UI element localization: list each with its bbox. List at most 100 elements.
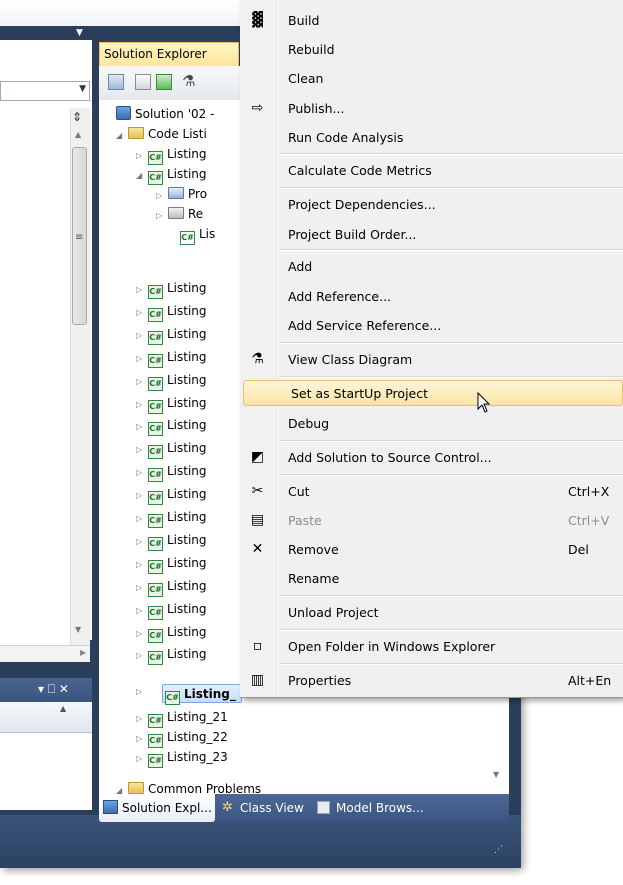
collapsed-arrow-icon[interactable]: ▷ <box>136 532 148 551</box>
tree-project-node[interactable]: ▷ C# Listing <box>136 531 207 551</box>
collapsed-arrow-icon[interactable]: ▷ <box>156 186 168 205</box>
show-all-files-icon[interactable] <box>135 74 151 90</box>
collapsed-arrow-icon[interactable]: ▷ <box>136 303 148 322</box>
collapsed-arrow-icon[interactable]: ▷ <box>136 601 148 620</box>
scroll-down-icon[interactable]: ▼ <box>75 625 81 634</box>
collapsed-arrow-icon[interactable]: ▷ <box>136 709 148 728</box>
tree-solution-node[interactable]: Solution '02 - <box>116 105 214 124</box>
tree-project-node[interactable]: ▷ C# Listing <box>136 416 207 437</box>
menu-item-debug[interactable]: Debug <box>241 411 623 437</box>
tree-references-node[interactable]: ▷ Re <box>156 205 203 224</box>
tree-project-node[interactable]: ▷ C# Listing <box>136 623 207 643</box>
tree-project-node[interactable]: ▷ C# Listing <box>136 577 207 597</box>
collapsed-arrow-icon[interactable]: ▷ <box>156 206 168 225</box>
tree-project-node[interactable]: ▷ C# Listing <box>136 508 207 528</box>
collapsed-arrow-icon[interactable]: ▷ <box>136 749 148 768</box>
tree-project-node[interactable]: ▷ C# Listing <box>136 302 207 322</box>
menu-item-add[interactable]: Add <box>241 254 623 280</box>
tree-folder-node[interactable]: ◢ Code Listi <box>116 125 207 144</box>
menu-item-rebuild[interactable]: Rebuild <box>241 37 623 63</box>
collapsed-arrow-icon[interactable]: ▷ <box>136 624 148 643</box>
collapsed-arrow-icon[interactable]: ▷ <box>136 463 148 482</box>
scroll-up-icon[interactable]: ▲ <box>75 130 81 139</box>
collapsed-arrow-icon[interactable]: ▷ <box>136 646 148 665</box>
menu-item-properties[interactable]: ▥ Properties Alt+En <box>241 668 623 694</box>
collapsed-arrow-icon[interactable]: ▷ <box>136 509 148 528</box>
tab-class-view[interactable]: Class View <box>240 801 304 815</box>
collapsed-arrow-icon[interactable]: ▷ <box>136 578 148 597</box>
tree-project-node[interactable]: ▷ C# Listing <box>136 145 207 165</box>
menu-item-calculate-code-metrics[interactable]: Calculate Code Metrics <box>241 158 623 184</box>
menu-item-add-service-reference[interactable]: Add Service Reference... <box>241 313 623 339</box>
tree-project-node[interactable]: ▷ C# Listing <box>136 348 207 368</box>
tree-folder-node-partial[interactable]: ◢ Common Problems <box>116 776 476 794</box>
class-diagram-toolbar-icon[interactable]: ⚗ <box>182 72 195 90</box>
split-window-icon[interactable]: ⇕ <box>72 110 82 124</box>
properties-toolbar-icon[interactable] <box>108 74 124 90</box>
collapsed-arrow-icon[interactable]: ▷ <box>136 280 148 299</box>
tree-file-node[interactable]: C# Lis <box>168 225 215 245</box>
refresh-icon[interactable] <box>156 74 172 90</box>
dropdown-arrow-icon[interactable]: ▼ <box>76 28 83 38</box>
menu-item-add-solution-to-source-control[interactable]: ◩ Add Solution to Source Control... <box>241 445 623 471</box>
menu-item-project-build-order[interactable]: Project Build Order... <box>241 222 623 248</box>
pane-splitter[interactable] <box>92 40 99 815</box>
collapsed-arrow-icon[interactable]: ▷ <box>136 555 148 574</box>
scroll-up-icon[interactable]: ▲ <box>60 704 66 713</box>
menu-item-project-dependencies[interactable]: Project Dependencies... <box>241 192 623 218</box>
menu-item-unload-project[interactable]: Unload Project <box>241 600 623 626</box>
menu-item-publish[interactable]: ⇨ Publish... <box>241 96 623 122</box>
menu-item-clean[interactable]: Clean <box>241 66 623 92</box>
tree-project-node[interactable]: ▷ C# Listing <box>136 554 207 574</box>
menu-item-cut[interactable]: ✂ Cut Ctrl+X <box>241 479 623 505</box>
tree-project-node-selected[interactable]: C# Listing_ <box>162 684 242 705</box>
pane-controls[interactable]: ▾ ⎕ ✕ <box>38 682 69 697</box>
menu-item-view-class-diagram[interactable]: ⚗ View Class Diagram <box>241 347 623 373</box>
collapsed-arrow-icon[interactable]: ▷ <box>136 687 142 696</box>
resize-grip-icon[interactable]: ⋰ <box>494 845 504 855</box>
collapsed-arrow-icon[interactable]: ▷ <box>136 417 148 436</box>
tree-project-node[interactable]: ▷ C# Listing <box>136 439 207 460</box>
collapsed-arrow-icon[interactable]: ▷ <box>136 729 148 748</box>
horizontal-scrollbar[interactable]: ▶ <box>0 645 90 663</box>
expanded-arrow-icon[interactable]: ◢ <box>116 126 128 145</box>
collapsed-arrow-icon[interactable]: ▷ <box>136 486 148 505</box>
tree-project-node[interactable]: ▷ C# Listing <box>136 371 207 391</box>
tree-project-node[interactable]: ▷ C# Listing <box>136 279 207 299</box>
tree-project-node[interactable]: ▷ C# Listing <box>136 325 207 345</box>
tab-model-browser[interactable]: Model Brows... <box>336 801 424 815</box>
tree-project-node[interactable]: ▷ C# Listing_22 <box>136 728 228 748</box>
tree-project-node[interactable]: ▷ C# Listing_23 <box>136 748 228 768</box>
menu-item-paste[interactable]: ▤ Paste Ctrl+V <box>241 508 623 534</box>
collapsed-arrow-icon[interactable]: ▷ <box>136 440 148 459</box>
collapsed-arrow-icon[interactable]: ▷ <box>136 372 148 391</box>
scroll-right-icon[interactable]: ▶ <box>80 648 86 657</box>
tree-project-node[interactable]: ◢ C# Listing <box>136 165 207 185</box>
menu-item-set-as-startup-project[interactable]: Set as StartUp Project <box>243 380 623 406</box>
tree-project-node[interactable]: ▷ C# Listing <box>136 600 207 620</box>
menu-item-add-reference[interactable]: Add Reference... <box>241 284 623 310</box>
tree-project-node[interactable]: ▷ C# Listing_21 <box>136 708 228 728</box>
collapsed-arrow-icon[interactable]: ▷ <box>136 395 148 414</box>
menu-item-remove[interactable]: ✕ Remove Del <box>241 537 623 563</box>
expanded-arrow-icon[interactable]: ◢ <box>136 166 148 185</box>
tree-project-node[interactable]: ▷ C# Listing <box>136 645 207 666</box>
editor-area[interactable] <box>0 103 70 663</box>
menu-item-build[interactable]: ▓ Build <box>241 8 623 34</box>
scroll-down-icon[interactable]: ▼ <box>493 770 499 779</box>
tree-project-node[interactable]: ▷ C# Listing <box>136 485 207 506</box>
cs-project-icon: C# <box>148 605 163 620</box>
collapsed-arrow-icon[interactable]: ▷ <box>136 326 148 345</box>
tree-project-node[interactable]: ▷ C# Listing <box>136 394 207 414</box>
tab-solution-explorer[interactable]: Solution Expl... <box>99 794 215 822</box>
menu-item-rename[interactable]: Rename <box>241 566 623 592</box>
menu-item-label: Properties <box>288 673 352 688</box>
menu-item-run-code-analysis[interactable]: Run Code Analysis <box>241 125 623 151</box>
collapsed-arrow-icon[interactable]: ▷ <box>136 349 148 368</box>
member-dropdown[interactable]: ▼ <box>0 81 90 101</box>
tree-properties-node[interactable]: ▷ Pro <box>156 185 207 204</box>
collapsed-arrow-icon[interactable]: ▷ <box>136 146 148 165</box>
tree-project-node[interactable]: ▷ C# Listing <box>136 462 207 483</box>
menu-item-open-folder-in-windows-explorer[interactable]: ▫ Open Folder in Windows Explorer <box>241 634 623 660</box>
expanded-arrow-icon[interactable]: ◢ <box>116 781 128 794</box>
